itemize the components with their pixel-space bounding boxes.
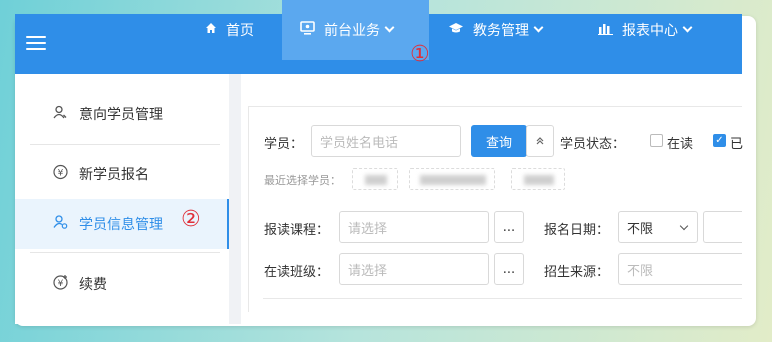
chevron-down-icon <box>384 22 395 33</box>
collapse-toggle-button[interactable] <box>526 125 554 157</box>
student-status-label: 学员状态： <box>560 137 626 152</box>
bar-chart-icon <box>598 22 613 39</box>
sidebar-item-label: 学员信息管理 <box>79 217 163 233</box>
query-button[interactable]: 查询 <box>471 125 527 157</box>
chevron-down-icon <box>533 22 544 33</box>
class-label: 在读班级： <box>264 265 330 280</box>
nav-reports[interactable]: 报表中心 <box>598 0 693 60</box>
annotation-marker-1: ① <box>410 42 430 67</box>
nav-academic-label: 教务管理 <box>473 23 529 39</box>
status-enrolled-label: 在读 <box>667 137 694 152</box>
nav-home[interactable]: 首页 <box>205 0 254 60</box>
course-picker-button[interactable]: ... <box>494 211 524 243</box>
signup-date-select[interactable]: 不限 <box>618 211 698 243</box>
svg-text:¥: ¥ <box>58 279 64 289</box>
graduation-cap-icon <box>448 22 464 38</box>
nav-front-business-label: 前台业务 <box>324 23 380 39</box>
recent-student-chip[interactable] <box>352 168 398 190</box>
sidebar-item-new-enrollment[interactable]: ¥ 新学员报名 <box>15 150 229 198</box>
chevron-down-icon <box>679 221 689 231</box>
class-select-input[interactable]: 请选择 <box>339 253 489 285</box>
recent-student-chip[interactable] <box>511 168 565 190</box>
divider <box>263 298 742 299</box>
signup-date-range-input[interactable] <box>703 211 742 243</box>
sidebar-item-renewal[interactable]: ¥ 续费 <box>15 260 229 308</box>
person-icon <box>53 105 67 123</box>
signup-date-value: 不限 <box>627 221 654 237</box>
signup-date-label: 报名日期： <box>544 223 610 238</box>
menu-toggle-icon[interactable] <box>26 36 46 52</box>
sidebar-divider <box>30 252 220 253</box>
annotation-marker-2: ② <box>181 207 201 232</box>
status-enrolled-checkbox[interactable] <box>650 134 663 147</box>
nav-front-business[interactable]: 前台业务 <box>282 0 429 60</box>
sidebar-item-prospects[interactable]: 意向学员管理 <box>15 90 229 138</box>
nav-reports-label: 报表中心 <box>622 23 678 39</box>
sidebar-divider <box>30 144 220 145</box>
student-search-input[interactable]: 学员姓名电话 <box>311 125 461 157</box>
monitor-icon <box>300 21 315 39</box>
person-settings-icon <box>53 215 68 234</box>
student-label: 学员： <box>264 137 304 152</box>
status-second-checkbox[interactable]: ✓ <box>713 134 726 147</box>
source-label: 招生来源： <box>544 265 610 280</box>
sidebar-item-label: 意向学员管理 <box>79 107 163 123</box>
sidebar: 意向学员管理 ¥ 新学员报名 学员信息管理 ¥ 续费 <box>15 74 229 324</box>
double-chevron-up-icon <box>536 137 544 145</box>
nav-home-label: 首页 <box>226 23 254 39</box>
recent-student-chip[interactable] <box>409 168 495 190</box>
course-label: 报读课程： <box>264 223 330 238</box>
source-select[interactable]: 不限 <box>618 253 742 285</box>
svg-text:¥: ¥ <box>58 169 64 179</box>
chevron-down-icon <box>682 22 693 33</box>
home-icon <box>205 22 217 38</box>
class-picker-button[interactable]: ... <box>494 253 524 285</box>
course-select-input[interactable]: 请选择 <box>339 211 489 243</box>
yen-plus-icon: ¥ <box>53 274 69 294</box>
sidebar-item-label: 续费 <box>79 277 107 293</box>
yen-icon: ¥ <box>53 164 68 184</box>
recent-students-label: 最近选择学员： <box>264 174 341 187</box>
nav-academic[interactable]: 教务管理 <box>448 0 544 60</box>
sidebar-item-label: 新学员报名 <box>79 167 149 183</box>
status-second-label: 已 <box>730 137 744 152</box>
content-gutter <box>229 74 241 324</box>
